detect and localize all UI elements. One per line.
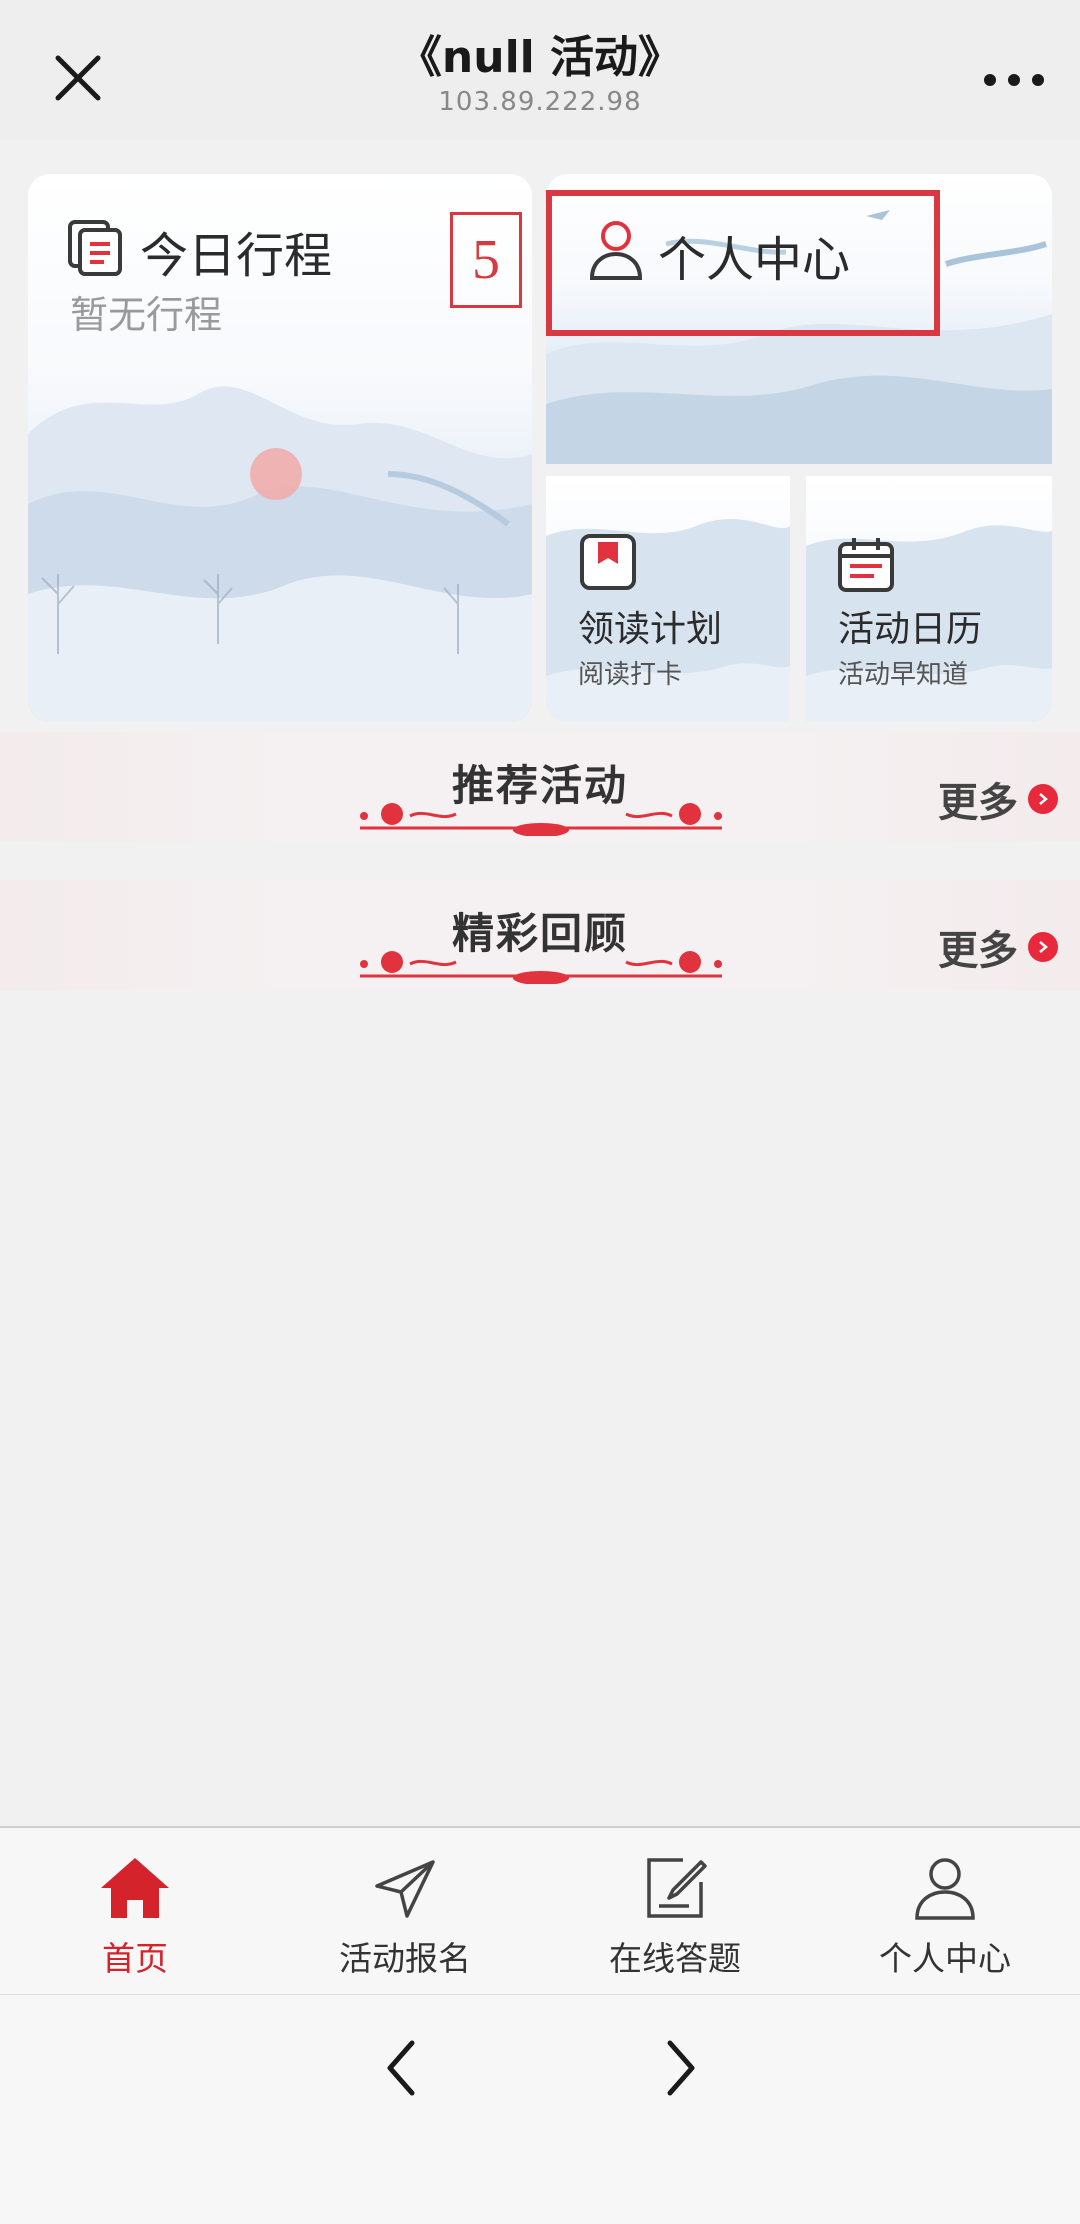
itinerary-title: 今日行程 <box>140 228 333 284</box>
send-icon <box>375 1860 435 1918</box>
page-title: 《null 活动》 <box>397 32 683 83</box>
reading-plan-subtitle: 阅读打卡 <box>578 660 683 690</box>
tab-online-quiz-label: 在线答题 <box>609 1939 741 1978</box>
home-icon <box>101 1858 169 1918</box>
tab-activity-signup-label: 活动报名 <box>339 1939 471 1978</box>
browser-nav-bar <box>0 1994 1080 2224</box>
activity-calendar-subtitle: 活动早知道 <box>838 660 969 690</box>
chevron-right-icon <box>1028 784 1058 814</box>
top-nav-bar: 《null 活动》 103.89.222.98 <box>0 0 1080 140</box>
document-list-icon <box>68 220 122 276</box>
page-url: 103.89.222.98 <box>438 87 642 117</box>
close-button[interactable] <box>40 40 116 116</box>
tab-home[interactable]: 首页 <box>0 1828 270 1996</box>
chevron-right-icon <box>667 2040 695 2096</box>
tab-online-quiz[interactable]: 在线答题 <box>540 1828 810 1996</box>
forward-button[interactable] <box>656 2035 706 2101</box>
more-label: 更多 <box>938 780 1018 826</box>
tab-personal-center-label: 个人中心 <box>879 1939 1011 1978</box>
cloud-ornament-icon <box>360 803 722 836</box>
more-label: 更多 <box>938 928 1018 974</box>
bookmark-icon <box>580 534 636 590</box>
tab-personal-center[interactable]: 个人中心 <box>810 1828 1080 1996</box>
highlights-review-section: 精彩回顾 更多 <box>0 880 1080 990</box>
reading-plan-title: 领读计划 <box>578 609 723 650</box>
recommended-activities-section: 推荐活动 更多 <box>0 732 1080 842</box>
reading-plan-card[interactable]: 领读计划 阅读打卡 <box>546 476 790 722</box>
calendar-icon <box>838 538 894 592</box>
highlight-box <box>546 190 940 336</box>
tab-activity-signup[interactable]: 活动报名 <box>270 1828 540 1996</box>
activity-calendar-card[interactable]: 活动日历 活动早知道 <box>806 476 1052 722</box>
step-number-badge: 5 <box>450 212 522 308</box>
more-link[interactable]: 更多 <box>938 774 1058 826</box>
more-dots-icon <box>984 74 1044 86</box>
more-options-button[interactable] <box>974 40 1054 116</box>
cloud-ornament-icon <box>360 951 722 984</box>
tab-home-label: 首页 <box>102 1939 168 1978</box>
edit-icon <box>647 1858 707 1918</box>
user-icon <box>915 1858 975 1920</box>
itinerary-subtitle: 暂无行程 <box>70 293 223 337</box>
chevron-right-icon <box>1028 932 1058 962</box>
back-button[interactable] <box>376 2035 426 2101</box>
close-icon <box>55 55 101 101</box>
activity-calendar-title: 活动日历 <box>838 609 983 650</box>
chevron-left-icon <box>387 2040 415 2096</box>
page-title-group: 《null 活动》 103.89.222.98 <box>200 30 880 118</box>
bottom-tab-bar: 首页 活动报名 在线答题 个人中心 <box>0 1826 1080 1994</box>
more-link[interactable]: 更多 <box>938 922 1058 974</box>
